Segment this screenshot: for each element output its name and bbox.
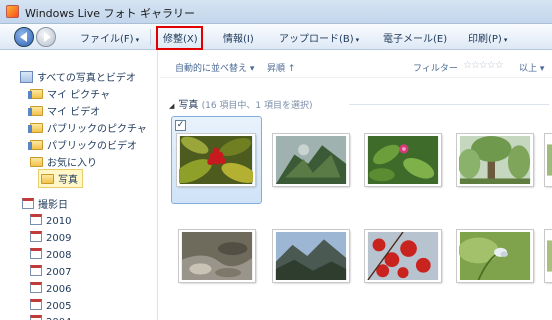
- menu-file[interactable]: ファイル(F) ▾: [80, 30, 139, 45]
- photo-partial-edge[interactable]: [544, 229, 552, 283]
- thumbnail-pane: 自動的に並べ替え ▾ 昇順 ↑ フィルター ☆☆☆☆☆ 以上 ▾ ◢ 写真 (16…: [159, 50, 552, 320]
- menu-upload[interactable]: アップロード(B) ▾: [279, 30, 359, 45]
- tree-label: マイ ビデオ: [47, 107, 101, 118]
- toolbar: ファイル(F) ▾ 修整(X) 情報(I) アップロード(B) ▾ 電子メール(E)…: [0, 24, 552, 50]
- tree-label: 2005: [46, 301, 72, 312]
- navigation-pane: すべての写真とビデオ マイ ピクチャ マイ ビデオ パブリックのピクチャ パブリ…: [0, 50, 158, 320]
- photo-thumbnail-selected[interactable]: ✓: [171, 116, 262, 204]
- title-bar: Windows Live フォト ギャラリー: [0, 0, 552, 24]
- tree-year-2004[interactable]: 2004: [30, 315, 71, 320]
- tree-label: パブリックのビデオ: [47, 141, 137, 152]
- sort-order-toggle[interactable]: 昇順 ↑: [267, 61, 295, 74]
- rating-above-label: 以上: [519, 64, 538, 74]
- tree-year-2008[interactable]: 2008: [30, 248, 71, 261]
- forward-button[interactable]: [36, 27, 56, 47]
- folder-icon: [41, 174, 54, 184]
- tree-label: 2006: [46, 284, 72, 295]
- photo-stream-rocks[interactable]: [178, 229, 256, 283]
- library-icon: [20, 71, 33, 83]
- tree-label: パブリックのピクチャ: [47, 124, 147, 135]
- tree-public-pictures[interactable]: パブリックのピクチャ: [28, 120, 147, 135]
- calendar-icon: [22, 198, 34, 209]
- tree-my-videos[interactable]: マイ ビデオ: [28, 103, 101, 118]
- tree-label: 撮影日: [38, 200, 68, 211]
- menu-print[interactable]: 印刷(P) ▾: [468, 30, 507, 45]
- calendar-icon: [30, 248, 42, 259]
- menu-email[interactable]: 電子メール(E): [383, 30, 447, 45]
- calendar-icon: [30, 231, 42, 242]
- photo-pine-branches[interactable]: [272, 133, 350, 187]
- photo-partial-edge[interactable]: [544, 133, 552, 187]
- photo-gallery-app-icon: [6, 5, 19, 18]
- folder-icon: [28, 106, 43, 116]
- tree-year-2006[interactable]: 2006: [30, 282, 71, 295]
- rating-filter-dropdown[interactable]: 以上 ▾: [519, 61, 544, 74]
- calendar-icon: [30, 214, 42, 225]
- fix-menu-highlight: [156, 26, 203, 50]
- tree-all-photos-videos[interactable]: すべての写真とビデオ: [20, 69, 136, 84]
- photo-pink-flower[interactable]: [364, 133, 442, 187]
- folder-icon: [28, 89, 43, 99]
- tree-label: 2010: [46, 216, 72, 227]
- back-button[interactable]: [14, 27, 34, 47]
- menu-info-label: 情報(I): [223, 34, 254, 45]
- toolbar-separator: [150, 29, 151, 45]
- group-header[interactable]: ◢ 写真 (16 項目中、1 項目を選択): [169, 96, 313, 111]
- sort-filter-bar: 自動的に並べ替え ▾ 昇順 ↑ フィルター ☆☆☆☆☆ 以上 ▾: [159, 50, 552, 78]
- photo-red-berries: [176, 133, 256, 187]
- folder-icon: [28, 140, 43, 150]
- photo-mountain[interactable]: [272, 229, 350, 283]
- arrange-label: 自動的に並べ替え: [175, 64, 248, 74]
- tree-label: お気に入り: [47, 158, 97, 169]
- group-count: (16 項目中、1 項目を選択): [201, 101, 313, 111]
- tree-label: すべての写真とビデオ: [37, 73, 136, 84]
- tree-label: マイ ピクチャ: [47, 90, 111, 101]
- rating-filter-stars[interactable]: ☆☆☆☆☆: [463, 60, 504, 71]
- calendar-icon: [30, 282, 42, 293]
- tree-year-2009[interactable]: 2009: [30, 231, 71, 244]
- group-divider: [349, 104, 549, 105]
- tree-public-videos[interactable]: パブリックのビデオ: [28, 137, 137, 152]
- folder-icon: [28, 123, 43, 133]
- tree-label: 2009: [46, 233, 72, 244]
- folder-icon: [30, 157, 43, 167]
- sort-ascending-icon: ↑: [287, 64, 296, 74]
- photo-white-bud[interactable]: [456, 229, 534, 283]
- tree-year-2007[interactable]: 2007: [30, 265, 71, 278]
- sort-order-label: 昇順: [267, 64, 286, 74]
- arrange-dropdown[interactable]: 自動的に並べ替え ▾: [175, 61, 254, 74]
- checkbox-checked-icon[interactable]: ✓: [175, 120, 186, 131]
- photo-forest[interactable]: [456, 133, 534, 187]
- chevron-down-icon: ▾: [355, 36, 360, 44]
- menu-file-label: ファイル(F): [80, 34, 134, 45]
- tree-label: 2007: [46, 267, 72, 278]
- menu-email-label: 電子メール(E): [383, 34, 448, 45]
- chevron-down-icon: ▾: [249, 64, 255, 74]
- forward-arrow-icon: [44, 32, 51, 42]
- tree-label: 2008: [46, 250, 72, 261]
- group-title: 写真: [178, 100, 199, 111]
- chevron-down-icon: ▾: [135, 36, 140, 44]
- tree-year-2005[interactable]: 2005: [30, 299, 71, 312]
- filter-label: フィルター: [413, 64, 458, 74]
- tree-year-2010[interactable]: 2010: [30, 214, 71, 227]
- chevron-down-icon: ▾: [539, 64, 545, 74]
- calendar-icon: [30, 315, 42, 320]
- tree-photos-selected[interactable]: 写真: [38, 169, 83, 188]
- back-arrow-icon: [20, 32, 27, 42]
- chevron-down-icon: ▾: [503, 36, 508, 44]
- menu-print-label: 印刷(P): [468, 34, 502, 45]
- tree-date-taken[interactable]: 撮影日: [22, 196, 68, 211]
- window-title: Windows Live フォト ギャラリー: [25, 7, 196, 20]
- tree-favorites[interactable]: お気に入り: [30, 154, 97, 169]
- calendar-icon: [30, 299, 42, 310]
- photo-red-leaves[interactable]: [364, 229, 442, 283]
- menu-upload-label: アップロード(B): [279, 34, 354, 45]
- menu-info[interactable]: 情報(I): [223, 30, 254, 45]
- tree-label: 写真: [58, 175, 78, 186]
- tree-my-pictures[interactable]: マイ ピクチャ: [28, 86, 111, 101]
- collapse-triangle-icon: ◢: [169, 102, 175, 110]
- calendar-icon: [30, 265, 42, 276]
